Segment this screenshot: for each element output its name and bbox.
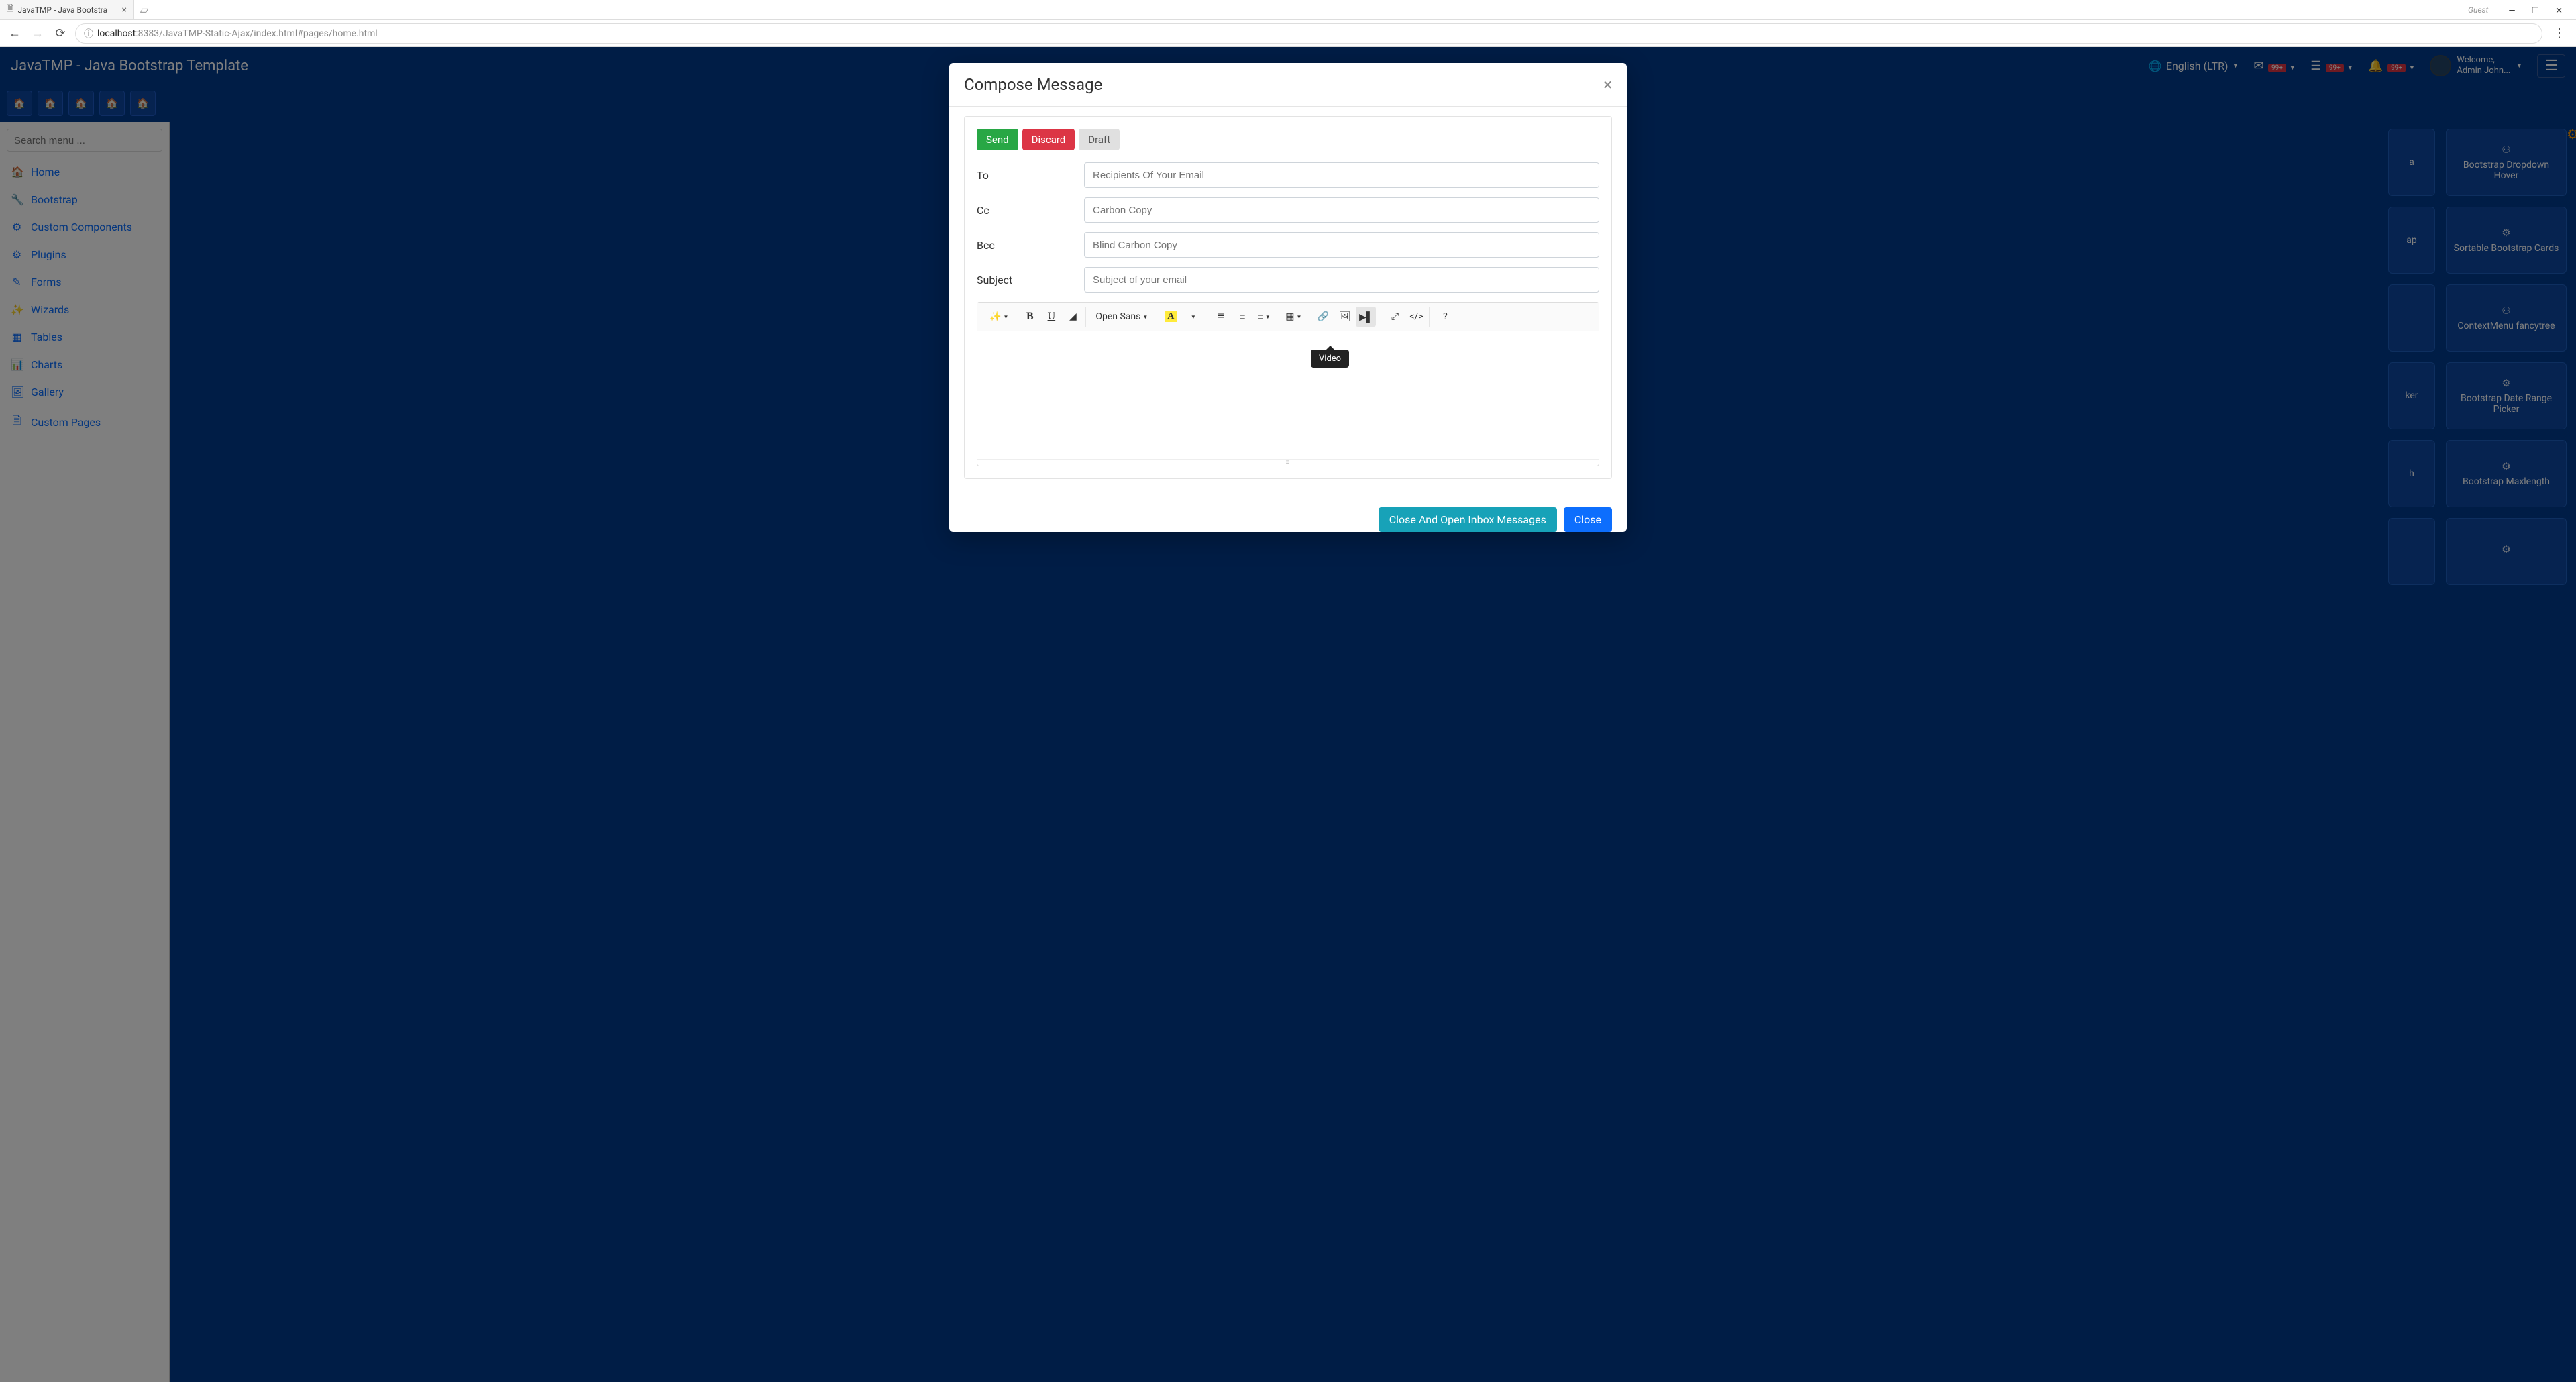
minimize-icon[interactable]: — <box>2508 6 2515 16</box>
paragraph-button[interactable]: ≡▼ <box>1254 307 1274 327</box>
browser-tab-strip: 🗎 JavaTMP - Java Bootstra × ▱ Guest — ☐ … <box>0 0 2576 20</box>
link-button[interactable]: 🔗 <box>1313 307 1333 327</box>
new-tab-button[interactable]: ▱ <box>134 3 154 16</box>
expand-icon: ⤢ <box>1391 311 1399 322</box>
magic-icon: ✨ <box>989 311 1001 322</box>
codeview-button[interactable]: </> <box>1406 307 1426 327</box>
font-label: Open Sans <box>1095 311 1140 322</box>
unordered-list-button[interactable]: ≣ <box>1211 307 1231 327</box>
list-ol-icon: ≡ <box>1240 311 1245 323</box>
close-tab-icon[interactable]: × <box>122 5 127 15</box>
font-color-icon: A <box>1165 311 1177 322</box>
bcc-input[interactable] <box>1084 232 1599 258</box>
label-bcc: Bcc <box>977 239 1084 252</box>
help-button[interactable]: ? <box>1435 307 1455 327</box>
url-path: :8383/JavaTMP-Static-Ajax/index.html#pag… <box>136 28 377 39</box>
font-family-button[interactable]: Open Sans▼ <box>1091 307 1152 327</box>
caret-down-icon: ▼ <box>1265 314 1271 320</box>
editor-content-area[interactable] <box>977 331 1599 459</box>
to-input[interactable] <box>1084 162 1599 188</box>
eraser-icon: ◢ <box>1069 311 1077 322</box>
browser-tab[interactable]: 🗎 JavaTMP - Java Bootstra × <box>0 0 134 19</box>
editor-resize-handle[interactable]: ≡ <box>977 459 1599 466</box>
eraser-button[interactable]: ◢ <box>1063 307 1083 327</box>
font-color-button[interactable]: A <box>1161 307 1181 327</box>
modal-close-icon[interactable]: × <box>1603 75 1612 94</box>
window-controls: — ☐ ✕ <box>2502 3 2569 16</box>
label-to: To <box>977 169 1084 182</box>
caret-down-icon: ▼ <box>1003 314 1008 320</box>
video-tooltip: Video <box>1311 350 1349 368</box>
more-color-button[interactable]: ▼ <box>1182 307 1202 327</box>
back-icon[interactable]: ← <box>7 26 23 40</box>
cc-input[interactable] <box>1084 197 1599 223</box>
guest-label: Guest <box>2468 5 2488 15</box>
link-icon: 🔗 <box>1318 311 1329 322</box>
ordered-list-button[interactable]: ≡ <box>1232 307 1252 327</box>
discard-button[interactable]: Discard <box>1022 129 1075 150</box>
reload-icon[interactable]: ⟳ <box>52 26 68 40</box>
rich-text-editor: ✨▼ B U ◢ Open Sans▼ A ▼ <box>977 302 1599 466</box>
close-window-icon[interactable]: ✕ <box>2555 6 2563 16</box>
fullscreen-button[interactable]: ⤢ <box>1385 307 1405 327</box>
draft-button[interactable]: Draft <box>1079 129 1120 150</box>
video-icon: ▶▌ <box>1359 311 1373 323</box>
address-bar[interactable]: ⓘ localhost :8383/JavaTMP-Static-Ajax/in… <box>75 23 2542 44</box>
modal-title: Compose Message <box>964 75 1102 94</box>
browser-menu-icon[interactable]: ⋮ <box>2549 26 2569 40</box>
code-icon: </> <box>1409 311 1423 322</box>
maximize-icon[interactable]: ☐ <box>2531 6 2539 16</box>
compose-message-modal: Compose Message × Send Discard Draft To … <box>949 63 1627 532</box>
close-button[interactable]: Close <box>1564 507 1612 532</box>
tab-title: JavaTMP - Java Bootstra <box>17 5 107 15</box>
video-button[interactable]: ▶▌ <box>1356 307 1376 327</box>
subject-input[interactable] <box>1084 267 1599 293</box>
list-ul-icon: ≣ <box>1217 311 1225 322</box>
align-icon: ≡ <box>1258 311 1263 323</box>
page-icon: 🗎 <box>7 3 13 17</box>
help-icon: ? <box>1443 311 1448 322</box>
label-subject: Subject <box>977 274 1084 286</box>
editor-toolbar: ✨▼ B U ◢ Open Sans▼ A ▼ <box>977 303 1599 331</box>
underline-button[interactable]: U <box>1041 307 1061 327</box>
site-info-icon[interactable]: ⓘ <box>84 27 93 40</box>
close-and-open-inbox-button[interactable]: Close And Open Inbox Messages <box>1379 507 1557 532</box>
url-host: localhost <box>97 28 136 39</box>
bold-button[interactable]: B <box>1020 307 1040 327</box>
caret-down-icon: ▼ <box>1191 314 1196 320</box>
browser-nav-bar: ← → ⟳ ⓘ localhost :8383/JavaTMP-Static-A… <box>0 20 2576 47</box>
table-button[interactable]: ▦▼ <box>1283 307 1304 327</box>
tooltip-label: Video <box>1319 354 1341 364</box>
forward-icon: → <box>30 26 46 40</box>
style-button[interactable]: ✨▼ <box>987 307 1011 327</box>
label-cc: Cc <box>977 204 1084 217</box>
image-icon: 🖼 <box>1339 311 1351 322</box>
caret-down-icon: ▼ <box>1142 314 1148 320</box>
table-icon: ▦ <box>1285 311 1294 322</box>
picture-button[interactable]: 🖼 <box>1334 307 1354 327</box>
caret-down-icon: ▼ <box>1297 314 1302 320</box>
send-button[interactable]: Send <box>977 129 1018 150</box>
